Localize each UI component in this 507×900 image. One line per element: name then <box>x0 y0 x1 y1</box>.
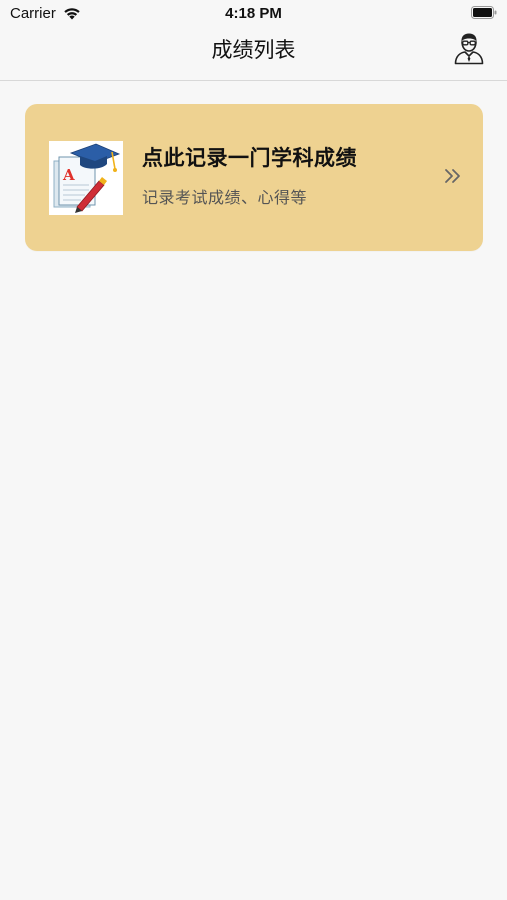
user-profile-icon[interactable] <box>453 31 485 65</box>
add-subject-card[interactable]: A 点此记录一门学科成绩 记录考试成绩、心得等 <box>25 104 483 251</box>
battery-icon <box>471 6 497 19</box>
status-bar: Carrier 4:18 PM <box>0 0 507 28</box>
exam-grade-icon: A <box>49 141 123 215</box>
grade-letter: A <box>62 166 75 184</box>
page-title: 成绩列表 <box>211 38 296 62</box>
status-time: 4:18 PM <box>225 5 282 22</box>
card-subtitle: 记录考试成绩、心得等 <box>142 188 308 207</box>
double-chevron-right-icon <box>445 169 460 183</box>
navigation-bar: 成绩列表 <box>0 28 507 81</box>
grade-list: A 点此记录一门学科成绩 记录考试成绩、心得等 <box>0 81 507 900</box>
card-title: 点此记录一门学科成绩 <box>142 146 357 170</box>
